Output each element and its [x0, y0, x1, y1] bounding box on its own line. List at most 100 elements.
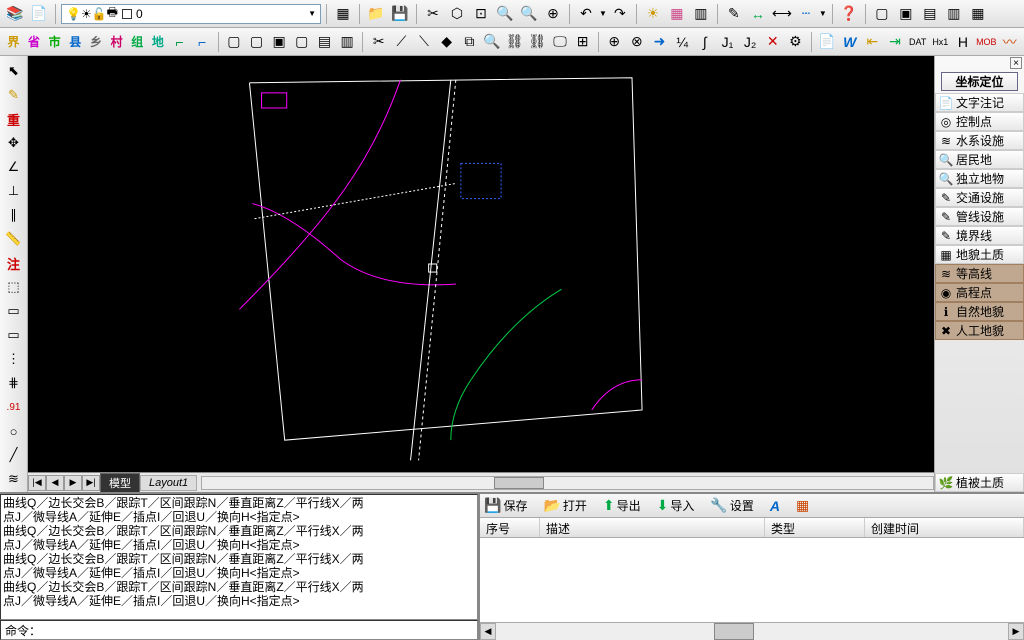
import-button[interactable]: ⬇导入	[655, 496, 697, 515]
dim2-icon[interactable]: ⟷	[771, 3, 793, 25]
tab-model[interactable]: 模型	[100, 473, 140, 493]
a-button[interactable]: A	[768, 497, 782, 515]
text_note-button[interactable]: 📄文字注记	[935, 93, 1024, 112]
arrow-icon[interactable]: ⬉	[3, 60, 25, 82]
chain2-icon[interactable]: ⛓	[527, 31, 548, 53]
shape3-icon[interactable]: ▭	[3, 324, 25, 346]
char-xian[interactable]: 县	[66, 31, 85, 53]
nav-last-icon[interactable]: ▶|	[82, 475, 100, 491]
dash-icon[interactable]: ┄	[795, 3, 817, 25]
step-up-icon[interactable]: ⌐	[192, 31, 213, 53]
grid-icon[interactable]: ▦	[332, 3, 354, 25]
gear-icon[interactable]: ⚙	[785, 31, 806, 53]
scissors-icon[interactable]: ✂	[368, 31, 389, 53]
j1-icon[interactable]: J₁	[717, 31, 738, 53]
angle-icon[interactable]: ∠	[3, 156, 25, 178]
move-icon[interactable]: ✥	[3, 132, 25, 154]
rect2-icon[interactable]: ▣	[895, 3, 917, 25]
layer-icon[interactable]: 📄	[28, 3, 50, 25]
zhong-button[interactable]: 重	[3, 108, 25, 130]
undo-icon[interactable]: ↶	[575, 3, 597, 25]
extend-icon[interactable]: ⟍	[414, 31, 435, 53]
mob-icon[interactable]: MOB	[975, 31, 997, 53]
j2-icon[interactable]: J₂	[740, 31, 761, 53]
redo-icon[interactable]: ↷	[609, 3, 631, 25]
layer-dropdown[interactable]: 💡 ☀ 🔓 🖶 0 ▼	[61, 4, 321, 24]
zhu-button[interactable]: 注	[3, 252, 25, 274]
curve-icon[interactable]: 〰	[999, 31, 1020, 53]
ruler-icon[interactable]: 📏	[3, 228, 25, 250]
edit-icon[interactable]: ✎	[723, 3, 745, 25]
h-icon[interactable]: H	[953, 31, 974, 53]
traffic-button[interactable]: ✎交通设施	[935, 188, 1024, 207]
open-icon[interactable]: 📁	[365, 3, 387, 25]
hash-icon[interactable]: ⋕	[3, 372, 25, 394]
undo-dropdown-icon[interactable]: ▼	[599, 9, 607, 18]
doc-icon[interactable]: 📄	[817, 31, 838, 53]
indep-button[interactable]: 🔍独立地物	[935, 169, 1024, 188]
command-input[interactable]	[41, 623, 473, 637]
artificial-button[interactable]: ✖人工地貌	[935, 321, 1024, 340]
char-xiang[interactable]: 乡	[87, 31, 106, 53]
char-jie[interactable]: 界	[4, 31, 23, 53]
zoom-ext-icon[interactable]: ⊡	[470, 3, 492, 25]
mesh-icon[interactable]: ⊞	[572, 31, 593, 53]
node-icon[interactable]: ◆	[436, 31, 457, 53]
int-icon[interactable]: ∫	[695, 31, 716, 53]
rect1-icon[interactable]: ▢	[871, 3, 893, 25]
poly-icon[interactable]: ⬡	[446, 3, 468, 25]
freehand-icon[interactable]: ✎	[3, 84, 25, 106]
dash-drop-icon[interactable]: ▼	[819, 9, 827, 18]
props-scrollbar[interactable]: ◀ ▶	[480, 622, 1024, 640]
arrowR-icon[interactable]: ➜	[649, 31, 670, 53]
char-sheng[interactable]: 省	[25, 31, 44, 53]
pipeline-button[interactable]: ✎管线设施	[935, 207, 1024, 226]
nav-prev-icon[interactable]: ◀	[46, 475, 64, 491]
char-cun[interactable]: 村	[107, 31, 126, 53]
contour-button[interactable]: ≋等高线	[935, 264, 1024, 283]
line-icon[interactable]: ╱	[3, 444, 25, 466]
close-icon[interactable]: ×	[1010, 57, 1022, 69]
horizontal-scrollbar[interactable]	[201, 476, 934, 490]
geomorph-button[interactable]: ▦地貌土质	[935, 245, 1024, 264]
table-icon[interactable]: ▦	[666, 3, 688, 25]
col-type[interactable]: 类型	[765, 518, 865, 537]
snap1-icon[interactable]: ⊕	[604, 31, 625, 53]
col-desc[interactable]: 描述	[540, 518, 765, 537]
zoom-out-icon[interactable]: 🔍	[518, 3, 540, 25]
char-zu[interactable]: 组	[128, 31, 147, 53]
box6-icon[interactable]: ▥	[337, 31, 358, 53]
scroll-left-icon[interactable]: ◀	[480, 623, 496, 640]
open-button[interactable]: 📂打开	[541, 496, 588, 515]
offset-icon[interactable]: ⧉	[459, 31, 480, 53]
divide-icon[interactable]: ⋮	[3, 348, 25, 370]
box2-icon[interactable]: ▢	[246, 31, 267, 53]
help-icon[interactable]: ❓	[838, 3, 860, 25]
para-icon[interactable]: ∥	[3, 204, 25, 226]
save-icon[interactable]: 💾	[389, 3, 411, 25]
ctrl_pt-button[interactable]: ◎控制点	[935, 112, 1024, 131]
layers-icon[interactable]: 📚	[4, 3, 26, 25]
nav-next-icon[interactable]: ▶	[64, 475, 82, 491]
w-icon[interactable]: W	[839, 31, 860, 53]
drawing-canvas[interactable]	[28, 56, 934, 472]
box5-icon[interactable]: ▤	[314, 31, 335, 53]
display-icon[interactable]: 🖵	[550, 31, 571, 53]
hx1-icon[interactable]: Hx1	[930, 31, 951, 53]
box1-icon[interactable]: ▢	[224, 31, 245, 53]
export-button[interactable]: ⬆导出	[601, 496, 643, 515]
elev-button[interactable]: ◉高程点	[935, 283, 1024, 302]
scroll-right-icon[interactable]: ▶	[1008, 623, 1024, 640]
circle-icon[interactable]: ○	[3, 420, 25, 442]
box3-icon[interactable]: ▣	[269, 31, 290, 53]
vegetation-button[interactable]: 🌿 植被土质	[935, 473, 1024, 492]
dim-icon[interactable]: ↔	[747, 3, 769, 25]
step-down-icon[interactable]: ⌐	[169, 31, 190, 53]
quarter-icon[interactable]: ¼	[672, 31, 693, 53]
zoom-in-icon[interactable]: 🔍	[494, 3, 516, 25]
num-button[interactable]: .91	[3, 396, 25, 418]
nav-first-icon[interactable]: |◀	[28, 475, 46, 491]
zoom-all-icon[interactable]: ⊕	[542, 3, 564, 25]
snap2-icon[interactable]: ⊗	[627, 31, 648, 53]
natural-button[interactable]: ℹ自然地貌	[935, 302, 1024, 321]
